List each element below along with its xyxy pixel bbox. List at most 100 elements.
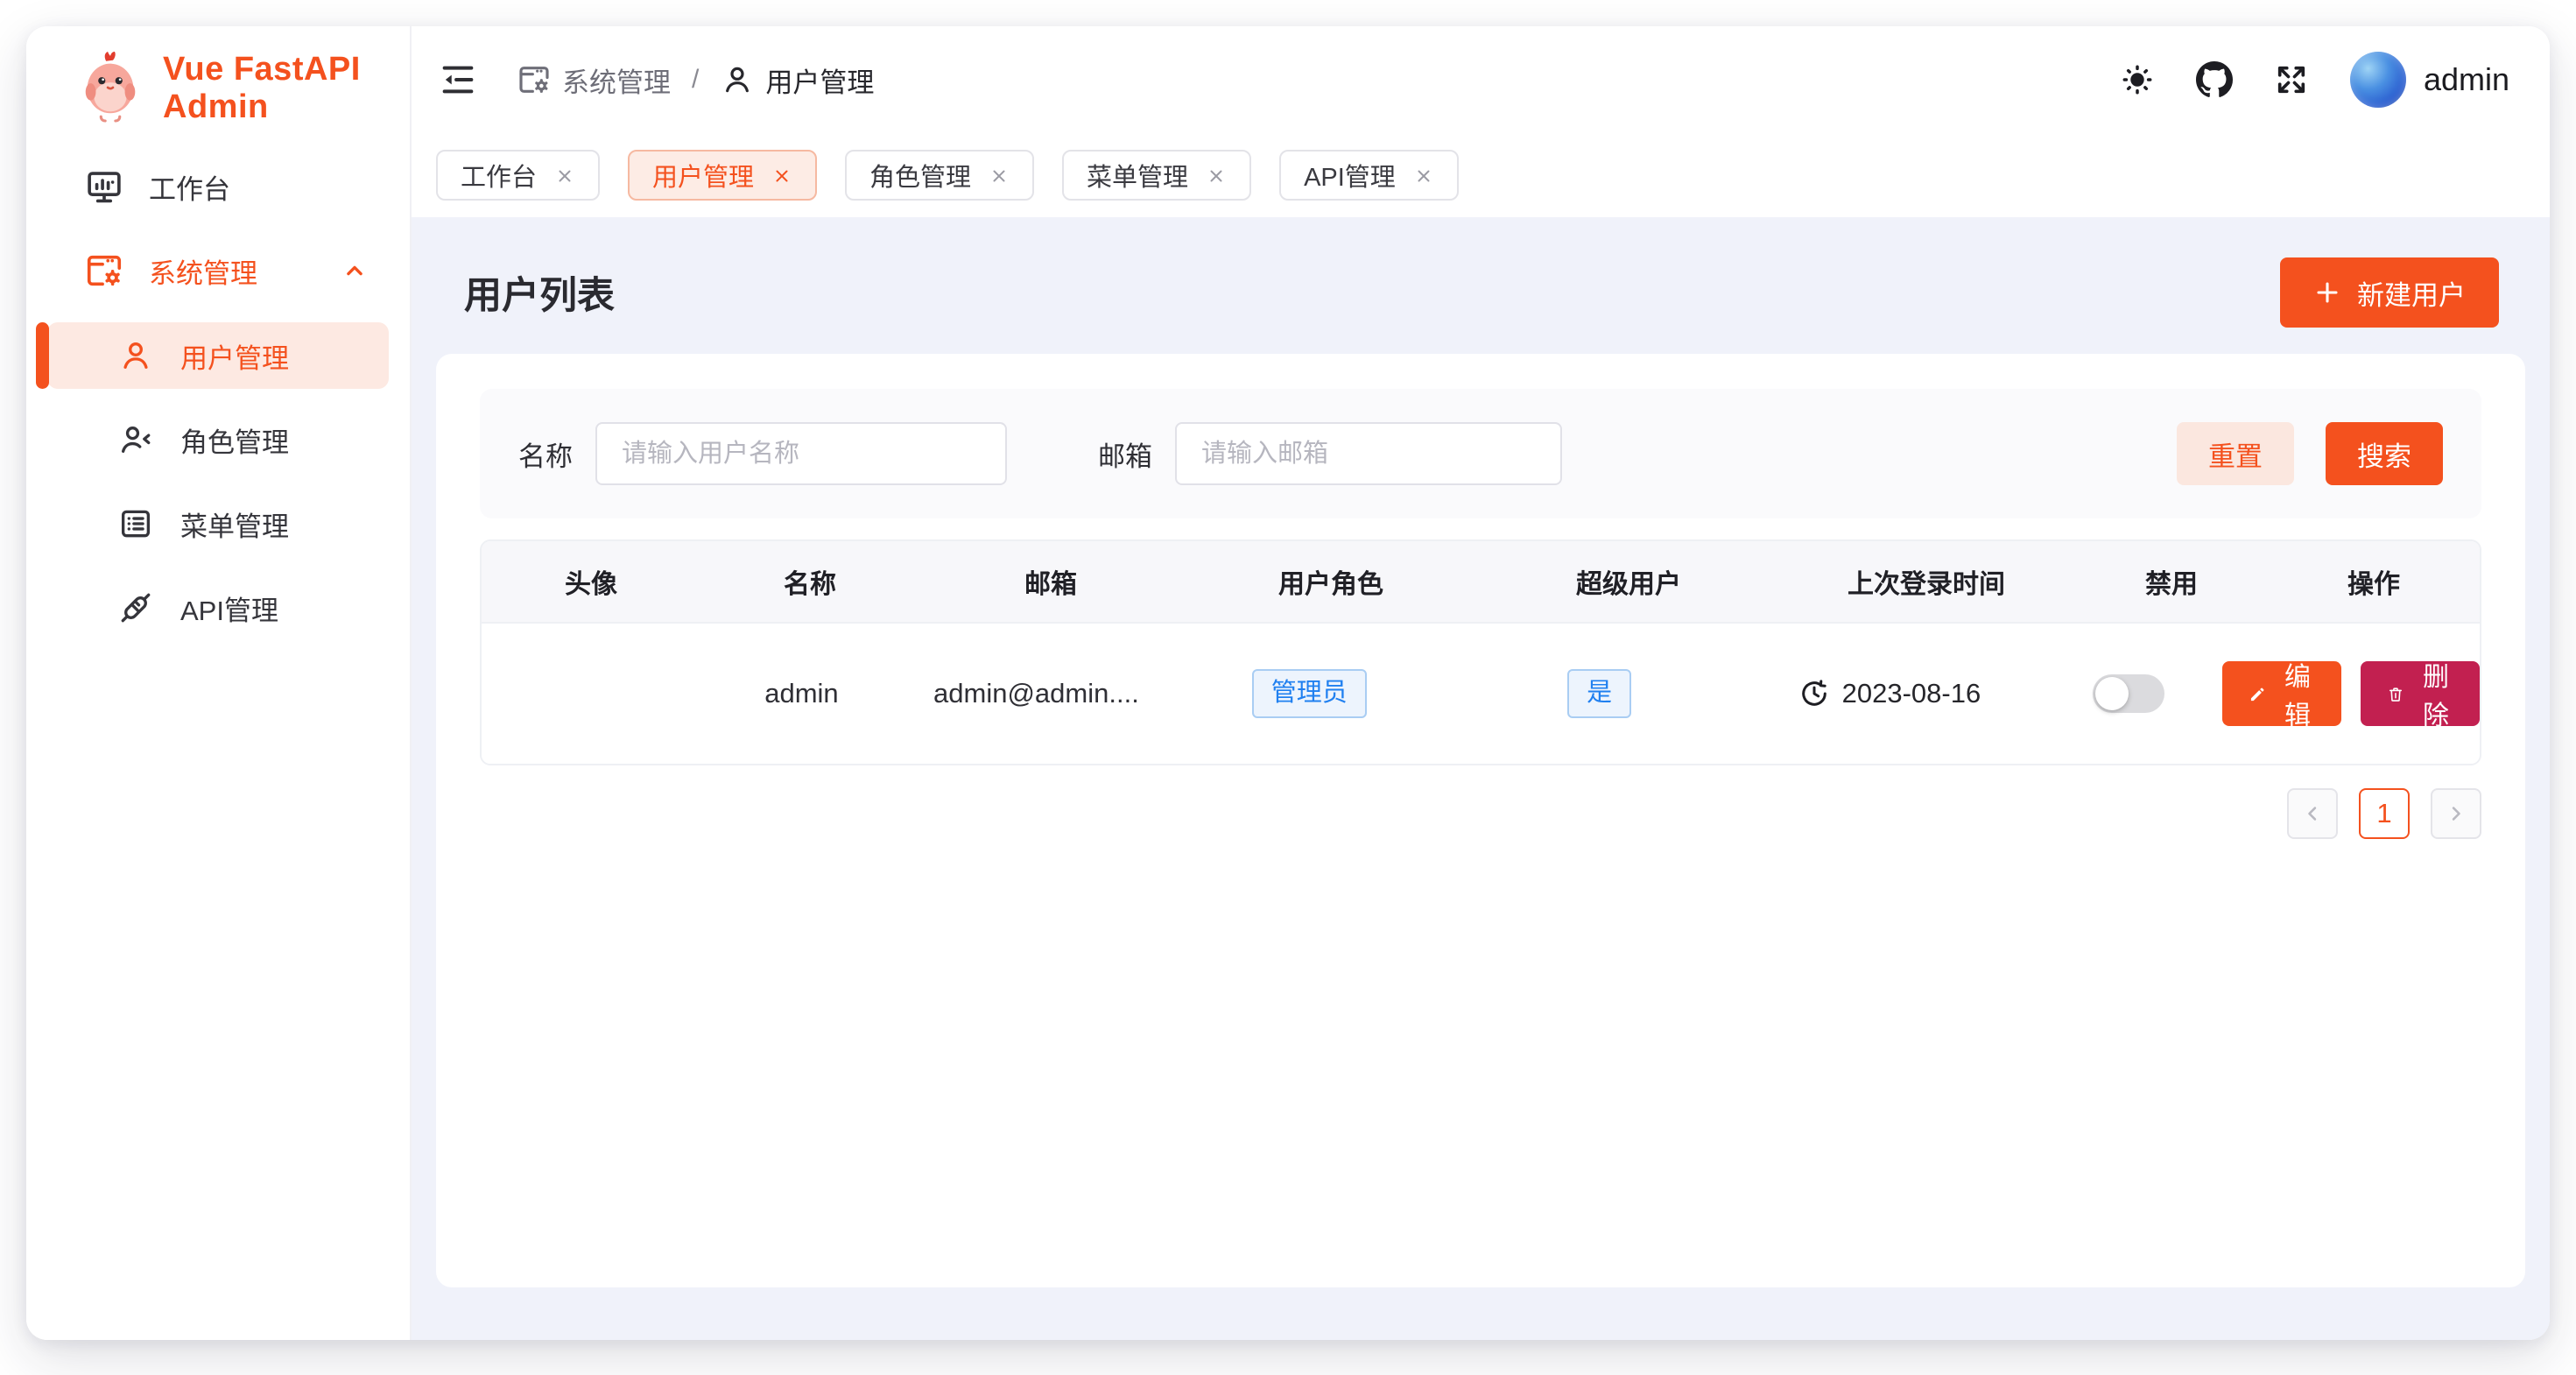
cell-disabled <box>2035 674 2222 713</box>
top-bar: 系统管理 / 用户管理 <box>412 26 2550 133</box>
sidebar-item-label: 菜单管理 <box>180 504 289 544</box>
theme-sun-icon[interactable] <box>2119 61 2156 98</box>
toggle-knob <box>2095 677 2129 710</box>
sidebar-item-api-management[interactable]: API管理 <box>47 575 389 641</box>
page-content: 用户列表 新建用户 名称 邮箱 重置 搜索 <box>412 217 2550 1340</box>
clock-history-icon <box>1798 678 1830 709</box>
column-header-email: 邮箱 <box>919 562 1182 601</box>
system-settings-icon <box>517 62 552 97</box>
pencil-icon <box>2249 680 2266 707</box>
top-actions: admin <box>2119 52 2509 108</box>
name-filter-input[interactable] <box>595 422 1007 485</box>
breadcrumb-label: 用户管理 <box>765 60 874 100</box>
column-header-name: 名称 <box>700 562 919 601</box>
breadcrumb: 系统管理 / 用户管理 <box>517 60 874 100</box>
fullscreen-icon[interactable] <box>2273 61 2310 98</box>
api-plug-icon <box>117 589 154 626</box>
tab-api-management[interactable]: API管理 <box>1279 150 1459 201</box>
role-icon <box>117 421 154 458</box>
chevron-up-icon <box>340 256 370 286</box>
breadcrumb-separator: / <box>692 65 699 95</box>
user-icon <box>720 62 755 97</box>
close-icon[interactable] <box>771 165 792 186</box>
search-button[interactable]: 搜索 <box>2326 422 2443 485</box>
delete-button[interactable]: 删除 <box>2361 661 2480 726</box>
sidebar-item-label: 用户管理 <box>180 336 289 376</box>
page-header: 用户列表 新建用户 <box>436 252 2525 333</box>
cell-actions: 编辑 删除 <box>2222 661 2480 726</box>
cell-role: 管理员 <box>1165 669 1454 718</box>
column-header-avatar: 头像 <box>482 562 700 601</box>
pagination-next-button[interactable] <box>2431 788 2481 839</box>
table-row: admin admin@admin.... 管理员 是 <box>482 624 2480 764</box>
user-list-card: 名称 邮箱 重置 搜索 头像 名称 邮箱 用户角色 超级用户 上次登录时间 <box>436 354 2525 1287</box>
username: admin <box>2424 61 2509 98</box>
sidebar-item-label: API管理 <box>180 589 278 628</box>
column-header-superuser: 超级用户 <box>1480 562 1777 601</box>
sidebar-item-workbench[interactable]: 工作台 <box>47 154 389 219</box>
sidebar-item-label: 角色管理 <box>180 420 289 460</box>
close-icon[interactable] <box>989 165 1010 186</box>
breadcrumb-label: 系统管理 <box>562 60 671 100</box>
column-header-last-login: 上次登录时间 <box>1777 562 2075 601</box>
sidebar-collapse-icon[interactable] <box>438 60 478 100</box>
filter-bar: 名称 邮箱 重置 搜索 <box>480 389 2481 518</box>
tab-menu-management[interactable]: 菜单管理 <box>1062 150 1251 201</box>
sidebar-item-label: 工作台 <box>149 167 230 207</box>
create-user-label: 新建用户 <box>2357 273 2466 313</box>
page-title: 用户列表 <box>464 265 615 320</box>
tab-workbench[interactable]: 工作台 <box>436 150 600 201</box>
cell-superuser: 是 <box>1454 669 1744 718</box>
pagination-page-1[interactable]: 1 <box>2359 788 2410 839</box>
pagination-prev-button[interactable] <box>2287 788 2338 839</box>
breadcrumb-user[interactable]: 用户管理 <box>720 60 874 100</box>
tab-label: 菜单管理 <box>1087 157 1188 194</box>
user-icon <box>117 337 154 374</box>
workbench-icon <box>84 166 124 207</box>
role-tag: 管理员 <box>1252 669 1367 718</box>
sidebar-item-user-management[interactable]: 用户管理 <box>47 322 389 389</box>
system-settings-icon <box>84 250 124 291</box>
close-icon[interactable] <box>1413 165 1434 186</box>
close-icon[interactable] <box>1206 165 1227 186</box>
edit-button[interactable]: 编辑 <box>2222 661 2341 726</box>
close-icon[interactable] <box>554 165 575 186</box>
cell-name: admin <box>695 678 909 709</box>
pagination: 1 <box>480 788 2481 839</box>
sidebar-item-role-management[interactable]: 角色管理 <box>47 406 389 473</box>
superuser-tag: 是 <box>1567 669 1631 718</box>
name-filter-label: 名称 <box>518 434 573 474</box>
tab-user-management[interactable]: 用户管理 <box>628 150 817 201</box>
edit-label: 编辑 <box>2280 655 2315 732</box>
app-logo[interactable]: Vue FastAPI Admin <box>26 26 410 151</box>
disable-toggle[interactable] <box>2093 674 2164 713</box>
create-user-button[interactable]: 新建用户 <box>2280 257 2499 328</box>
user-avatar <box>2350 52 2406 108</box>
tab-role-management[interactable]: 角色管理 <box>845 150 1034 201</box>
menu-list-icon <box>117 505 154 542</box>
breadcrumb-system[interactable]: 系统管理 <box>517 60 671 100</box>
trash-icon <box>2387 680 2404 707</box>
tab-label: 角色管理 <box>869 157 971 194</box>
last-login-value: 2023-08-16 <box>1842 678 1981 709</box>
email-filter-label: 邮箱 <box>1098 434 1152 474</box>
chick-mascot-icon <box>77 51 145 127</box>
cell-email: admin@admin.... <box>908 678 1164 709</box>
app-title: Vue FastAPI Admin <box>163 51 410 126</box>
delete-label: 删除 <box>2418 655 2453 732</box>
sidebar-item-menu-management[interactable]: 菜单管理 <box>47 490 389 557</box>
reset-button[interactable]: 重置 <box>2177 422 2294 485</box>
column-header-disabled: 禁用 <box>2075 562 2268 601</box>
email-filter-input[interactable] <box>1175 422 1562 485</box>
tab-label: API管理 <box>1304 157 1396 194</box>
tab-label: 用户管理 <box>652 157 754 194</box>
sidebar-menu: 工作台 系统管理 <box>26 151 410 662</box>
github-icon[interactable] <box>2196 61 2233 98</box>
tab-label: 工作台 <box>461 157 537 194</box>
sidebar-item-label: 系统管理 <box>149 251 257 291</box>
cell-last-login: 2023-08-16 <box>1744 678 2034 709</box>
tabs-bar: 工作台 用户管理 角色管理 菜单管理 API管理 <box>412 133 2550 217</box>
column-header-actions: 操作 <box>2268 562 2480 601</box>
sidebar-item-system[interactable]: 系统管理 <box>47 238 389 303</box>
user-menu[interactable]: admin <box>2350 52 2509 108</box>
